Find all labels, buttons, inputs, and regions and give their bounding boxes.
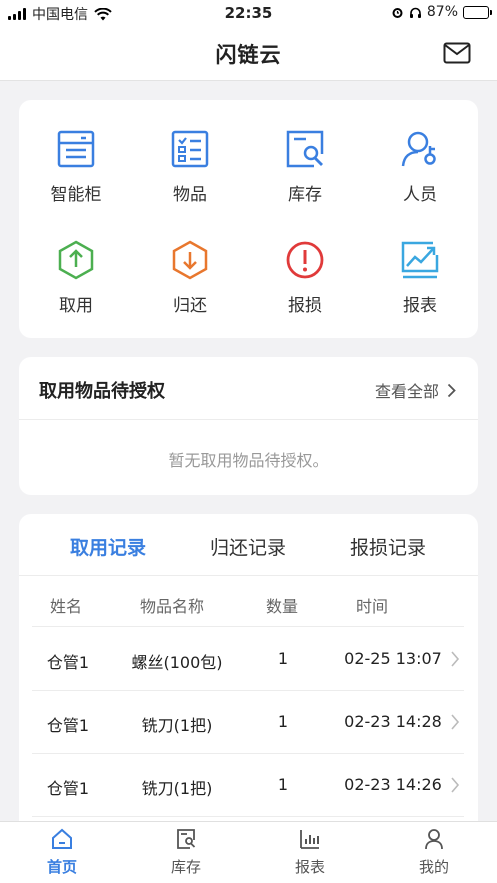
cell-qty: 1: [277, 649, 289, 668]
col-time: 时间: [356, 597, 389, 616]
cell-item: 铣刀(1把): [141, 716, 213, 735]
grid-label: 智能柜: [50, 185, 102, 205]
battery-icon: [463, 5, 492, 19]
grid-label: 物品: [173, 185, 207, 205]
function-grid: 智能柜 物品 库存 人员 取用 归还 报损 报表: [19, 100, 478, 338]
grid-item-report[interactable]: 报表: [363, 239, 477, 316]
grid-label: 取用: [59, 296, 93, 316]
alarm-icon: [392, 7, 403, 18]
grid-item-items[interactable]: 物品: [133, 128, 247, 205]
cell-time: 02-23 14:26: [344, 775, 442, 794]
mail-icon[interactable]: [443, 42, 471, 64]
profile-icon: [425, 829, 443, 850]
empty-message: 暂无取用物品待授权。: [168, 451, 329, 470]
grid-item-take[interactable]: 取用: [19, 239, 133, 316]
col-qty: 数量: [266, 597, 299, 616]
page-title: 闪链云: [215, 43, 282, 67]
cell-qty: 1: [277, 712, 289, 731]
home-icon: [52, 828, 72, 849]
cell-qty: 1: [277, 775, 289, 794]
alert-icon: [286, 241, 324, 279]
tabbar-label: 报表: [294, 858, 325, 876]
tabbar-report[interactable]: 报表: [248, 828, 372, 877]
cell-time: 02-25 13:07: [344, 649, 442, 668]
pending-header: 取用物品待授权 查看全部: [19, 357, 478, 420]
pending-approval-card: 取用物品待授权 查看全部 暂无取用物品待授权。: [19, 357, 478, 495]
inventory-search-icon: [286, 130, 324, 168]
tabbar-inventory[interactable]: 库存: [124, 828, 248, 877]
return-icon: [172, 240, 208, 280]
chevron-right-icon: [451, 777, 460, 793]
headphones-icon: [409, 7, 421, 18]
grid-label: 人员: [403, 185, 437, 205]
tabbar-label: 首页: [46, 858, 77, 876]
nav-bar: 闪链云: [0, 26, 497, 81]
grid-label: 库存: [288, 185, 322, 205]
table-row[interactable]: 仓管1 螺丝(100包) 1 02-25 13:07: [32, 628, 464, 691]
cell-item: 螺丝(100包): [131, 653, 223, 672]
cell-time: 02-23 14:28: [344, 712, 442, 731]
item-list-icon: [171, 130, 209, 168]
cell-item: 铣刀(1把): [141, 779, 213, 798]
take-out-icon: [58, 240, 94, 280]
cabinet-icon: [57, 130, 95, 168]
grid-item-damage[interactable]: 报损: [248, 239, 362, 316]
report-icon: [300, 830, 319, 849]
grid-item-inventory[interactable]: 库存: [248, 128, 362, 205]
table-header: 姓名 物品名称 数量 时间: [32, 577, 464, 627]
chevron-right-icon: [447, 383, 456, 397]
grid-item-return[interactable]: 归还: [133, 239, 247, 316]
table-row[interactable]: 仓管1 铣刀(1把) 1 02-23 14:28: [32, 691, 464, 754]
battery-percent: 87%: [426, 4, 458, 20]
view-all-link[interactable]: 查看全部: [375, 378, 456, 402]
records-tabs: 取用记录 归还记录 报损记录: [19, 514, 478, 576]
tabbar-profile[interactable]: 我的: [372, 828, 496, 877]
table-row[interactable]: 仓管1 铣刀(1把) 1 02-23 14:26: [32, 754, 464, 817]
person-key-icon: [401, 131, 436, 167]
col-name: 姓名: [50, 597, 83, 616]
pending-title: 取用物品待授权: [39, 381, 165, 402]
chart-icon: [401, 241, 439, 279]
grid-label: 报表: [403, 296, 437, 316]
cell-name: 仓管1: [46, 716, 90, 735]
inventory-icon: [177, 829, 196, 849]
tab-damage-records[interactable]: 报损记录: [318, 533, 458, 560]
cell-name: 仓管1: [46, 653, 90, 672]
tabbar-label: 库存: [170, 858, 201, 876]
grid-label: 归还: [173, 296, 207, 316]
col-item: 物品名称: [140, 597, 205, 616]
bottom-tab-bar: 首页 库存 报表 我的: [0, 821, 497, 883]
grid-item-staff[interactable]: 人员: [363, 128, 477, 205]
tabbar-label: 我的: [418, 858, 449, 876]
grid-item-cabinet[interactable]: 智能柜: [19, 128, 133, 205]
tab-return-records[interactable]: 归还记录: [178, 533, 318, 560]
chevron-right-icon: [451, 714, 460, 730]
records-card: 取用记录 归还记录 报损记录 姓名 物品名称 数量 时间 仓管1 螺丝(100包…: [19, 514, 478, 844]
view-all-label: 查看全部: [374, 382, 439, 401]
tab-take-records[interactable]: 取用记录: [38, 533, 178, 560]
tabbar-home[interactable]: 首页: [0, 828, 124, 877]
chevron-right-icon: [451, 651, 460, 667]
cell-name: 仓管1: [46, 779, 90, 798]
grid-label: 报损: [288, 296, 322, 316]
status-bar: 中国电信 22:35 87%: [0, 0, 497, 26]
